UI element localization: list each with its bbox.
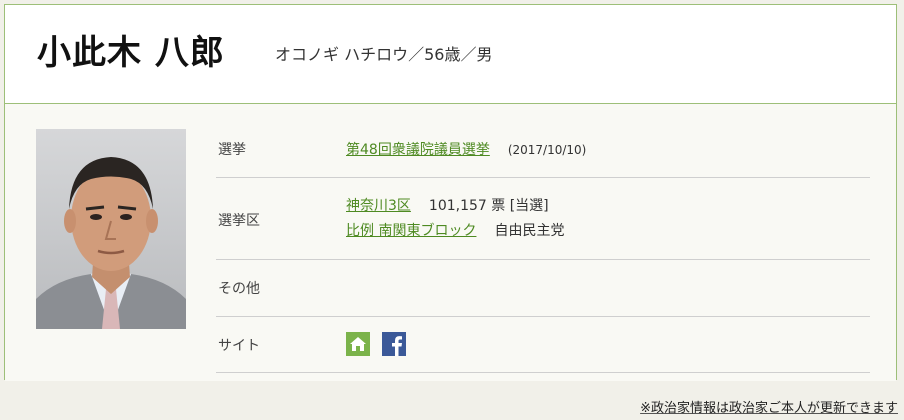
site-links <box>346 332 418 356</box>
facebook-icon[interactable] <box>382 332 406 356</box>
politician-photo <box>36 129 186 329</box>
election-date: (2017/10/10) <box>507 143 587 157</box>
site-row: サイト <box>216 317 870 373</box>
politician-name: 小此木 八郎 <box>37 33 225 73</box>
election-row: 選挙 第48回衆議院議員選挙 (2017/10/10) <box>216 129 870 178</box>
profile-header: 小此木 八郎 オコノギ ハチロウ／56歳／男 <box>5 5 896 104</box>
election-value: 第48回衆議院議員選挙 (2017/10/10) <box>346 139 586 159</box>
district-line-2: 比例 南関東ブロック 自由民主党 <box>346 220 564 240</box>
other-label: その他 <box>218 281 260 297</box>
district-row: 選挙区 神奈川3区 101,157 票 [当選] 比例 南関東ブロック 自由民主党 <box>216 178 870 260</box>
info-table: 選挙 第48回衆議院議員選挙 (2017/10/10) 選挙区 神奈川3区 101,… <box>216 129 870 373</box>
district-line-1: 神奈川3区 101,157 票 [当選] <box>346 195 549 215</box>
party-name: 自由民主党 <box>494 223 565 239</box>
profile-body: 選挙 第48回衆議院議員選挙 (2017/10/10) 選挙区 神奈川3区 101,… <box>5 104 896 381</box>
home-icon[interactable] <box>346 332 370 356</box>
district-votes: 101,157 票 [当選] <box>428 198 549 214</box>
district-link[interactable]: 神奈川3区 <box>346 198 411 214</box>
politician-card: 小此木 八郎 オコノギ ハチロウ／56歳／男 選挙 第48回衆議院議員選挙 (2… <box>4 4 897 381</box>
other-row: その他 <box>216 260 870 317</box>
district-label: 選挙区 <box>218 213 260 229</box>
election-link[interactable]: 第48回衆議院議員選挙 <box>346 142 490 158</box>
politician-subinfo: オコノギ ハチロウ／56歳／男 <box>275 45 493 64</box>
election-label: 選挙 <box>218 142 246 158</box>
update-note: ※政治家情報は政治家ご本人が更新できます <box>640 401 898 416</box>
site-label: サイト <box>218 338 260 354</box>
block-link[interactable]: 比例 南関東ブロック <box>346 223 476 239</box>
